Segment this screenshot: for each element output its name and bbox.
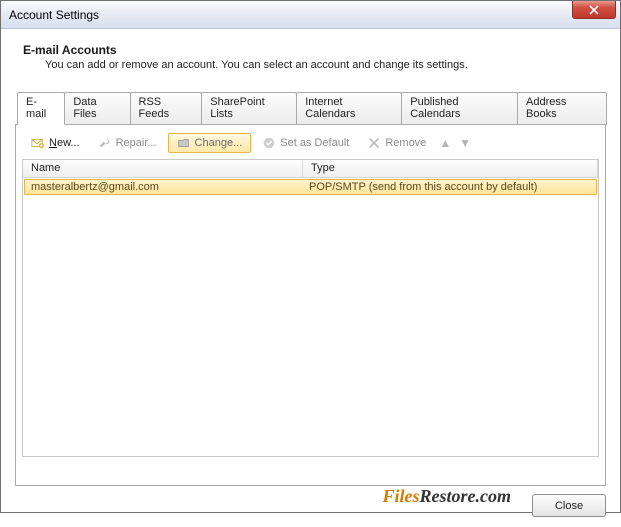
remove-account-button: Remove xyxy=(360,133,433,153)
default-label: Set as Default xyxy=(280,137,349,149)
close-icon xyxy=(589,5,599,15)
remove-label: Remove xyxy=(385,137,426,149)
set-default-button: Set as Default xyxy=(255,133,356,153)
grid-header: Name Type xyxy=(23,160,598,178)
dialog-footer: Close xyxy=(1,486,620,527)
tab-data-files[interactable]: Data Files xyxy=(64,92,130,125)
tab-published-calendars[interactable]: Published Calendars xyxy=(401,92,518,125)
column-header-type[interactable]: Type xyxy=(303,160,598,177)
page-title: E-mail Accounts xyxy=(15,39,606,59)
content-area: E-mail Accounts You can add or remove an… xyxy=(1,29,620,486)
move-down-icon: ▼ xyxy=(457,136,473,150)
page-subtitle: You can add or remove an account. You ca… xyxy=(15,59,606,89)
watermark-b: Restore.com xyxy=(420,486,512,506)
tab-pane-email: New... Repair... Change... xyxy=(15,124,606,486)
tab-address-books[interactable]: Address Books xyxy=(517,92,607,125)
close-button[interactable]: Close xyxy=(532,494,606,517)
table-row[interactable]: masteralbertz@gmail.com POP/SMTP (send f… xyxy=(24,179,597,195)
accounts-grid: Name Type masteralbertz@gmail.com POP/SM… xyxy=(22,159,599,457)
tab-internet-calendars[interactable]: Internet Calendars xyxy=(296,92,402,125)
mail-new-icon xyxy=(31,136,45,150)
tabs-container: E-mail Data Files RSS Feeds SharePoint L… xyxy=(15,91,606,486)
tab-strip: E-mail Data Files RSS Feeds SharePoint L… xyxy=(15,91,606,124)
new-account-button[interactable]: New... xyxy=(24,133,87,153)
watermark: FilesRestore.com xyxy=(382,486,511,507)
wrench-icon xyxy=(98,136,112,150)
repair-account-button: Repair... xyxy=(91,133,164,153)
folder-change-icon xyxy=(177,136,191,150)
window-close-button[interactable] xyxy=(572,1,616,19)
titlebar: Account Settings xyxy=(1,1,620,29)
change-label: Change... xyxy=(195,137,243,149)
grid-body: masteralbertz@gmail.com POP/SMTP (send f… xyxy=(23,179,598,195)
tab-sharepoint-lists[interactable]: SharePoint Lists xyxy=(201,92,297,125)
tab-rss-feeds[interactable]: RSS Feeds xyxy=(130,92,203,125)
watermark-a: Files xyxy=(382,486,419,506)
repair-label: Repair... xyxy=(116,137,157,149)
cell-name: masteralbertz@gmail.com xyxy=(25,180,303,194)
move-up-icon: ▲ xyxy=(437,136,453,150)
window-title: Account Settings xyxy=(9,8,99,22)
tab-email[interactable]: E-mail xyxy=(17,92,65,125)
check-circle-icon xyxy=(262,136,276,150)
column-header-name[interactable]: Name xyxy=(23,160,303,177)
remove-icon xyxy=(367,136,381,150)
new-label: New... xyxy=(49,137,80,149)
toolbar: New... Repair... Change... xyxy=(22,131,599,159)
change-account-button[interactable]: Change... xyxy=(168,133,252,153)
cell-type: POP/SMTP (send from this account by defa… xyxy=(303,180,596,194)
